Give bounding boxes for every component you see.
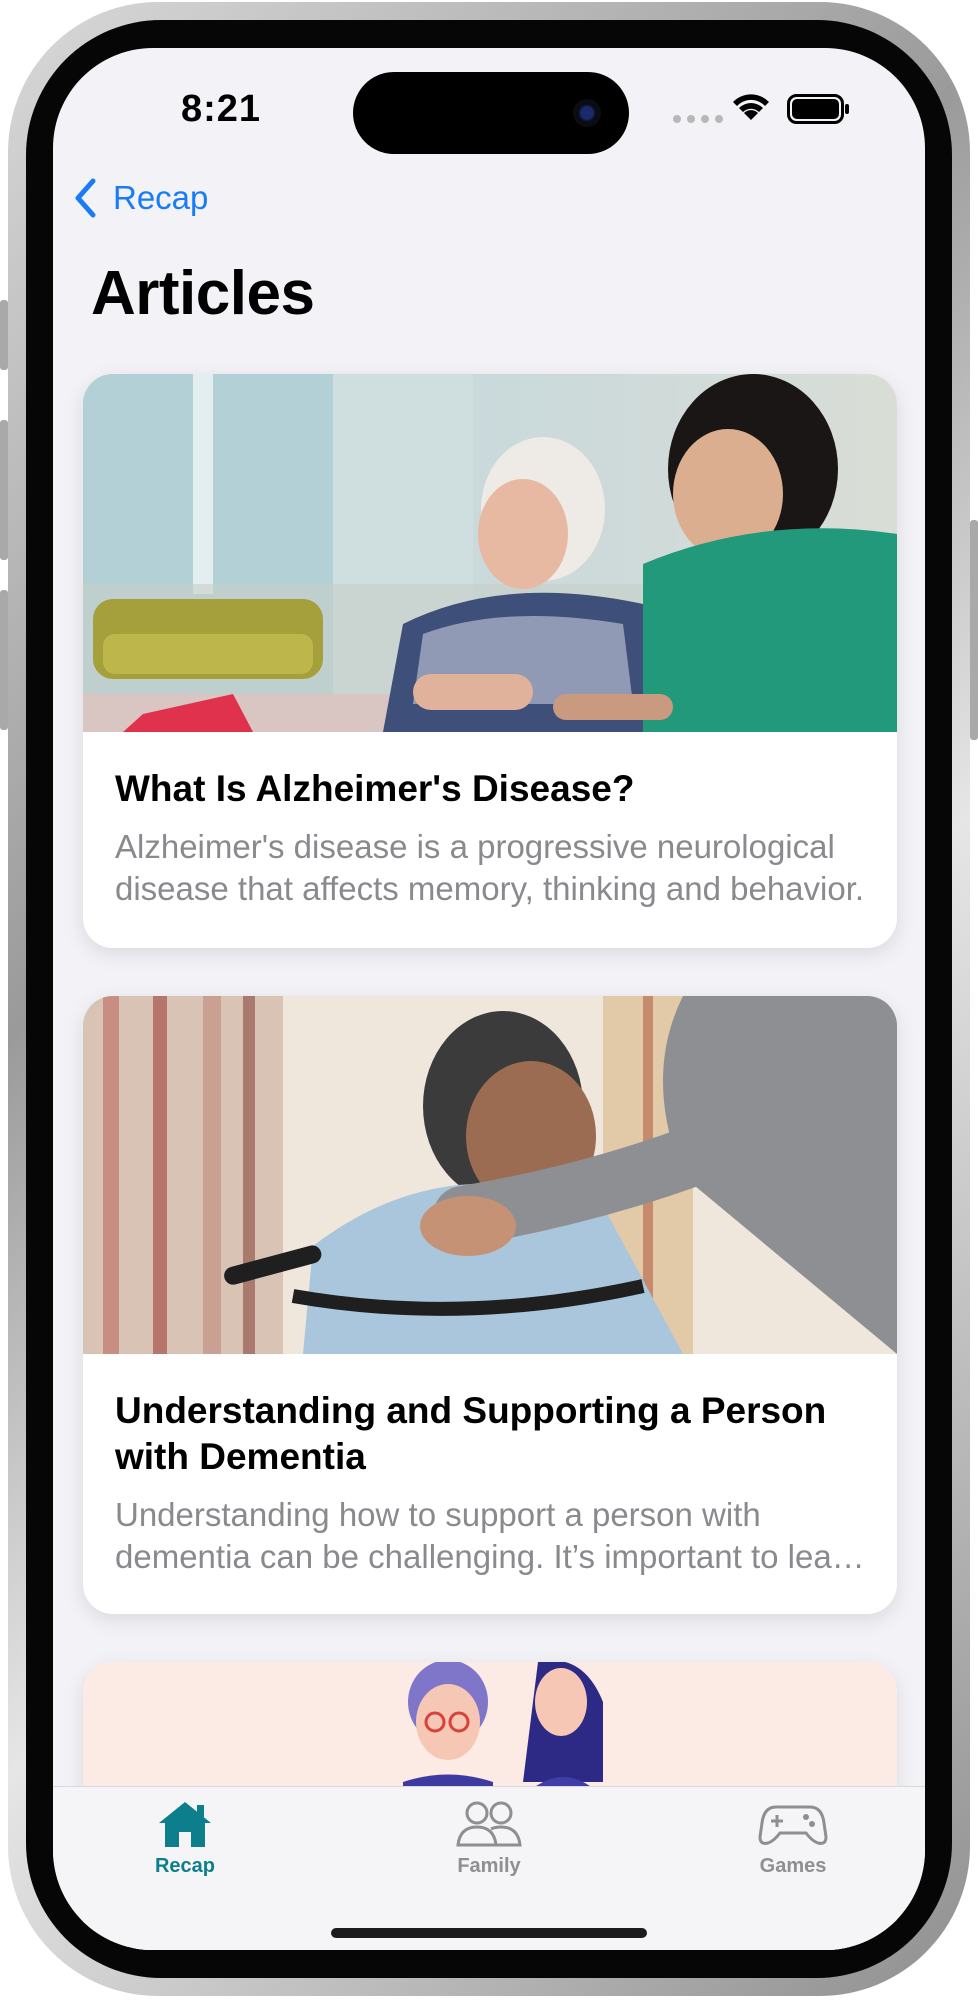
power-button bbox=[970, 520, 978, 740]
tab-label: Family bbox=[457, 1855, 521, 1877]
tab-recap[interactable]: Recap bbox=[95, 1799, 275, 1878]
tab-label: Games bbox=[759, 1855, 827, 1877]
house-icon bbox=[159, 1802, 211, 1847]
article-image bbox=[83, 996, 897, 1354]
dynamic-island bbox=[353, 72, 629, 154]
article-card[interactable]: What Is Alzheimer's Disease? Alzheimer's… bbox=[83, 374, 897, 948]
tab-family[interactable]: Family bbox=[399, 1799, 579, 1878]
article-title: Understanding and Supporting a Person wi… bbox=[115, 1390, 827, 1477]
battery-icon bbox=[787, 94, 849, 124]
back-button-label: Recap bbox=[113, 179, 209, 216]
article-image bbox=[83, 374, 897, 732]
volume-up-button bbox=[0, 420, 8, 560]
cellular-signal-icon bbox=[673, 115, 723, 123]
people-icon bbox=[456, 1801, 522, 1847]
gamecontroller-icon bbox=[758, 1805, 828, 1845]
chevron-left-icon bbox=[75, 178, 96, 218]
volume-down-button bbox=[0, 590, 8, 730]
article-description: Alzheimer's disease is a progressive neu… bbox=[115, 828, 865, 907]
status-time: 8:21 bbox=[181, 88, 262, 130]
page-title: Articles bbox=[91, 259, 315, 328]
home-indicator[interactable] bbox=[331, 1928, 647, 1938]
article-description: Understanding how to support a person wi… bbox=[115, 1496, 862, 1575]
back-button[interactable]: Recap bbox=[73, 178, 208, 218]
tab-bar: Recap Family Games bbox=[53, 1786, 925, 1950]
article-title: What Is Alzheimer's Disease? bbox=[115, 768, 635, 809]
wifi-icon bbox=[733, 94, 769, 120]
front-camera bbox=[573, 99, 601, 127]
tab-label: Recap bbox=[154, 1855, 216, 1877]
tab-games[interactable]: Games bbox=[703, 1799, 883, 1878]
article-card[interactable]: Understanding and Supporting a Person wi… bbox=[83, 996, 897, 1614]
screen: 8:21 Recap Articles What Is Alzheimer's … bbox=[53, 48, 925, 1950]
mute-switch bbox=[0, 300, 8, 370]
